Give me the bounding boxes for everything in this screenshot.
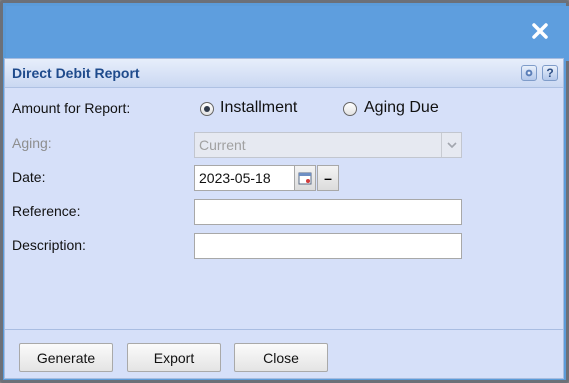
gear-icon[interactable] [521,65,537,81]
installment-label[interactable]: Installment [220,99,297,117]
panel-header: Direct Debit Report ? [5,59,563,88]
close-button[interactable]: Close [234,343,328,372]
description-input[interactable] [194,233,462,259]
reference-input[interactable] [194,199,462,225]
aging-label: Aging: [12,135,52,151]
panel-title: Direct Debit Report [12,65,140,81]
dialog-titlebar [6,6,569,61]
report-panel: Direct Debit Report ? Amount for Report:… [4,58,564,379]
aging-due-radio[interactable] [343,102,357,116]
aging-select: Current [194,132,462,158]
generate-button[interactable]: Generate [19,343,113,372]
description-label: Description: [12,237,86,253]
date-clear-button[interactable]: – [317,165,339,191]
chevron-down-icon [441,133,461,157]
aging-due-label[interactable]: Aging Due [364,99,439,117]
footer-divider [5,329,563,330]
aging-select-value: Current [199,137,246,153]
help-icon[interactable]: ? [542,65,558,81]
date-label: Date: [12,169,46,185]
close-icon[interactable] [529,20,551,42]
calendar-icon[interactable] [294,165,316,191]
amount-label: Amount for Report: [12,100,131,116]
date-input[interactable] [194,165,295,191]
reference-label: Reference: [12,203,81,219]
export-button[interactable]: Export [127,343,221,372]
installment-radio[interactable] [200,102,214,116]
